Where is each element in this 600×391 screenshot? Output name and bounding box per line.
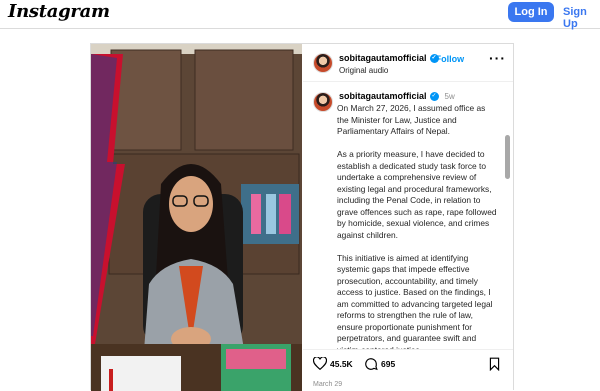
like-button[interactable]: 45.5K [313, 357, 353, 370]
save-button[interactable] [489, 357, 500, 371]
caption-header: sobitagautamofficial ✓ 5w [339, 91, 455, 102]
signup-link[interactable]: Sign Up [563, 6, 600, 30]
top-bar: Instagram Log In Sign Up [0, 0, 600, 30]
caption-paragraph: This initiative is aimed at identifying … [337, 252, 493, 350]
bookmark-icon [489, 357, 500, 371]
comment-icon [365, 358, 378, 371]
login-button[interactable]: Log In [508, 2, 554, 22]
comment-button[interactable]: 695 [364, 357, 395, 371]
username[interactable]: sobitagautamofficial ✓ [339, 53, 439, 64]
heart-icon [313, 357, 327, 370]
post-date: March 29 [313, 381, 343, 388]
post-video[interactable] [91, 44, 302, 391]
verified-icon: ✓ [429, 92, 439, 102]
follow-label[interactable]: Follow [436, 54, 465, 64]
follow-button[interactable]: • Follow [430, 54, 464, 64]
like-count: 45.5K [330, 358, 353, 369]
post-sidebar: sobitagautamofficial ✓ • Follow Original … [303, 44, 513, 391]
video-frame-image [91, 44, 302, 391]
post-time: 5w [444, 92, 455, 101]
audio-label[interactable]: Original audio [339, 66, 388, 75]
avatar[interactable] [313, 53, 333, 73]
caption-username[interactable]: sobitagautamofficial [339, 91, 427, 101]
username-text[interactable]: sobitagautamofficial [339, 53, 427, 63]
instagram-logo[interactable]: Instagram [8, 1, 110, 22]
post-header: sobitagautamofficial ✓ • Follow Original … [303, 44, 513, 82]
caption-avatar[interactable] [313, 92, 333, 112]
caption-scrollbar[interactable] [505, 135, 510, 179]
comment-count: 695 [381, 359, 396, 369]
caption-area: sobitagautamofficial ✓ 5w On March 27, 202… [303, 83, 513, 349]
action-bar: 45.5K 695 March 29 [303, 349, 513, 391]
post-card: sobitagautamofficial ✓ • Follow Original … [90, 43, 514, 391]
caption-paragraph: On March 27, 2026, I assumed office as t… [337, 103, 486, 136]
caption-text: On March 27, 2026, I assumed office as t… [337, 103, 497, 349]
caption-paragraph: As a priority measure, I have decided to… [337, 149, 497, 240]
more-icon[interactable]: ··· [489, 51, 506, 65]
